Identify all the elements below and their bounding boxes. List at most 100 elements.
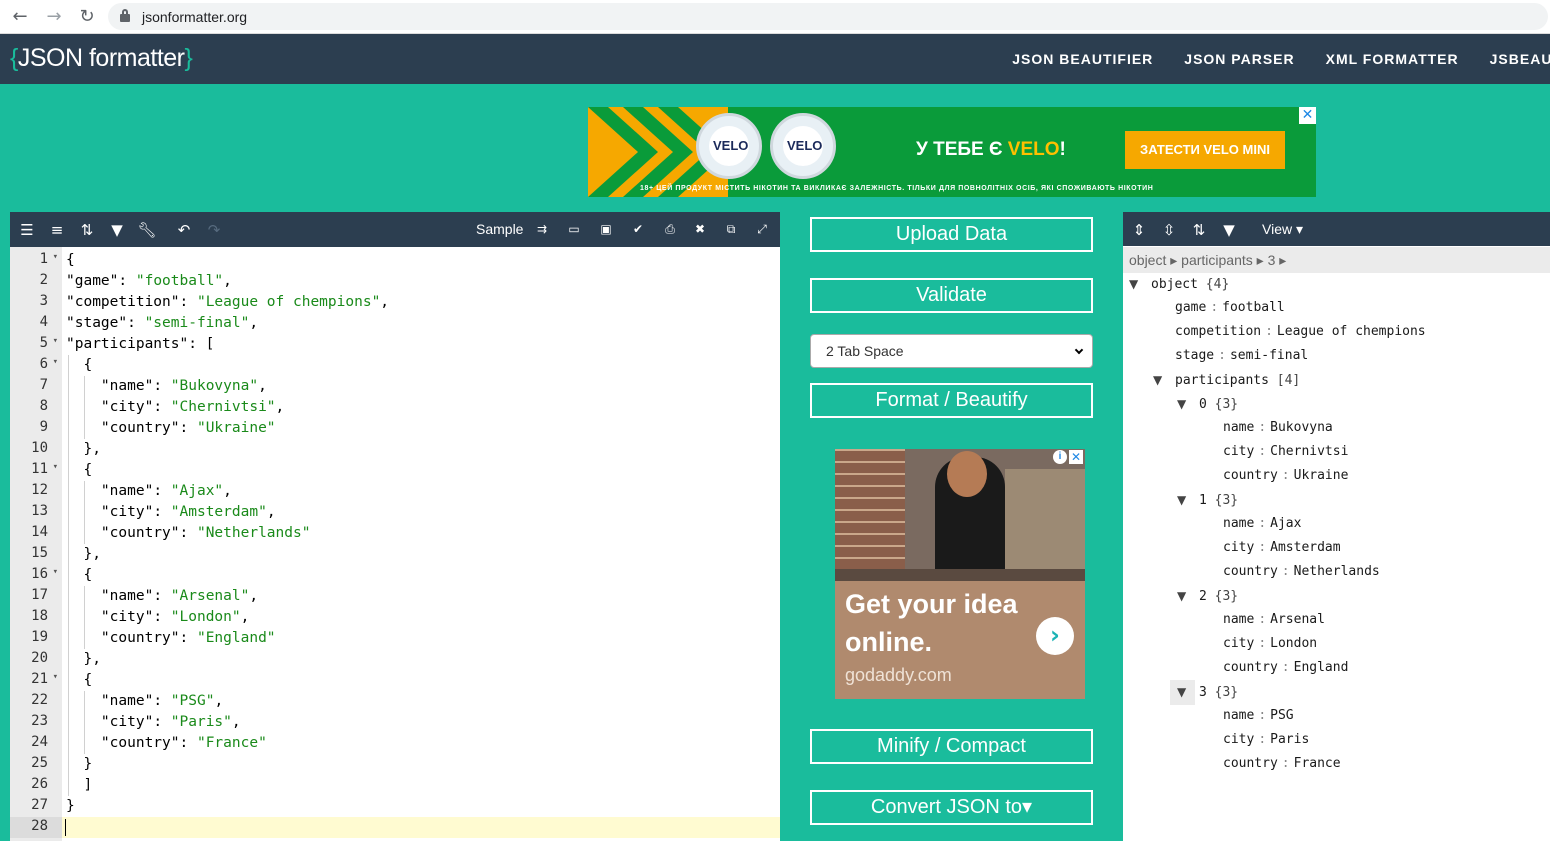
code-line[interactable]: "name": "Ajax", — [62, 481, 780, 502]
tree-node[interactable]: ▼ 2 {3} — [1177, 584, 1238, 608]
code-line[interactable]: "country": "Ukraine" — [62, 418, 780, 439]
tree-node[interactable]: ▼ object {4} — [1129, 272, 1229, 296]
tree-leaf[interactable]: city: Amsterdam — [1223, 536, 1341, 560]
collapse-all-icon[interactable]: ⇳ — [1159, 220, 1179, 240]
tree-leaf[interactable]: stage: semi-final — [1175, 344, 1308, 368]
tree-value[interactable]: Arsenal — [1270, 612, 1325, 627]
code-line[interactable]: "participants": [ — [62, 334, 780, 355]
code-line[interactable]: "city": "London", — [62, 607, 780, 628]
chevron-right-icon[interactable]: › — [1036, 617, 1074, 655]
indent-select[interactable]: 2 Tab Space — [810, 334, 1093, 368]
tree-value[interactable]: London — [1270, 636, 1317, 651]
code-line[interactable]: { — [62, 670, 780, 691]
tree-value[interactable]: Ajax — [1270, 516, 1301, 531]
code-line[interactable]: "game": "football", — [62, 271, 780, 292]
close-icon[interactable]: ✕ — [1069, 450, 1083, 464]
tree-value[interactable]: Amsterdam — [1270, 540, 1340, 555]
expand-toggle-icon[interactable]: ▼ — [1177, 392, 1199, 416]
code-line[interactable]: "competition": "League of chempions", — [62, 292, 780, 313]
copy-icon[interactable]: ⧉ — [721, 219, 741, 239]
code-line[interactable]: "stage": "semi-final", — [62, 313, 780, 334]
tree-value[interactable]: PSG — [1270, 708, 1293, 723]
tree-leaf[interactable]: competition: League of chempions — [1175, 320, 1426, 344]
tree-leaf[interactable]: country: Ukraine — [1223, 464, 1348, 488]
side-ad[interactable]: Get your idea online. godaddy.com › — [835, 449, 1085, 699]
tree-leaf[interactable]: city: Paris — [1223, 728, 1309, 752]
save-icon[interactable]: ▣ — [596, 219, 616, 239]
fold-toggle-icon[interactable]: ▾ — [53, 672, 58, 682]
filter-icon[interactable]: ▼ — [107, 220, 127, 240]
expand-toggle-icon[interactable]: ▼ — [1177, 584, 1199, 608]
tree-leaf[interactable]: game: football — [1175, 296, 1285, 320]
code-line[interactable] — [62, 817, 780, 838]
fold-toggle-icon[interactable]: ▾ — [53, 462, 58, 472]
tree-value[interactable]: Netherlands — [1294, 564, 1380, 579]
expand-toggle-icon[interactable]: ▼ — [1177, 488, 1199, 512]
fold-toggle-icon[interactable]: ▾ — [53, 567, 58, 577]
breadcrumb[interactable]: object ▸ participants ▸ 3 ▸ — [1123, 247, 1550, 273]
tree-leaf[interactable]: city: Chernivtsi — [1223, 440, 1348, 464]
code-line[interactable]: "city": "Paris", — [62, 712, 780, 733]
code-line[interactable]: } — [62, 754, 780, 775]
fullscreen-icon[interactable]: ⤢ — [752, 219, 772, 239]
upload-data-button[interactable]: Upload Data — [810, 217, 1093, 252]
tree-node[interactable]: ▼ 1 {3} — [1177, 488, 1238, 512]
banner-ad[interactable]: VELO VELO У ТЕБЕ Є VELO! ЗАТЕСТИ VELO MI… — [588, 107, 1316, 197]
fold-toggle-icon[interactable]: ▾ — [53, 252, 58, 262]
redo-icon[interactable]: ↷ — [204, 220, 224, 240]
check-icon[interactable]: ✔ — [628, 219, 648, 239]
tree-value[interactable]: semi-final — [1230, 348, 1308, 363]
print-icon[interactable]: ⎙ — [660, 219, 680, 239]
code-line[interactable]: "country": "England" — [62, 628, 780, 649]
tree-leaf[interactable]: country: France — [1223, 752, 1341, 776]
expand-toggle-icon[interactable]: ▼ — [1177, 680, 1199, 704]
arrow-right-icon[interactable]: → — [42, 5, 66, 29]
address-bar[interactable]: jsonformatter.org — [108, 3, 1548, 30]
code-area[interactable]: {"game": "football", "competition": "Leag… — [62, 247, 780, 841]
folder-open-icon[interactable]: ▭ — [564, 219, 584, 239]
tree-value[interactable]: England — [1294, 660, 1349, 675]
tree-leaf[interactable]: country: England — [1223, 656, 1348, 680]
tree-value[interactable]: Ukraine — [1294, 468, 1349, 483]
code-line[interactable]: ] — [62, 775, 780, 796]
code-line[interactable]: } — [62, 796, 780, 817]
code-line[interactable]: "country": "France" — [62, 733, 780, 754]
reload-icon[interactable]: ↻ — [75, 5, 99, 29]
view-dropdown[interactable]: View ▾ — [1262, 221, 1303, 238]
tree-leaf[interactable]: country: Netherlands — [1223, 560, 1380, 584]
code-line[interactable]: "name": "Arsenal", — [62, 586, 780, 607]
format-icon[interactable]: ≡ — [47, 220, 67, 240]
tree-node[interactable]: ▼ participants [4] — [1153, 368, 1300, 392]
code-line[interactable]: "name": "PSG", — [62, 691, 780, 712]
tree-value[interactable]: football — [1222, 300, 1285, 315]
validate-button[interactable]: Validate — [810, 278, 1093, 313]
minify-compact-button[interactable]: Minify / Compact — [810, 729, 1093, 764]
code-line[interactable]: "country": "Netherlands" — [62, 523, 780, 544]
site-logo[interactable]: {JSON formatter} — [10, 44, 193, 73]
code-line[interactable]: { — [62, 460, 780, 481]
tree-leaf[interactable]: name: Bukovyna — [1223, 416, 1333, 440]
code-line[interactable]: "city": "Amsterdam", — [62, 502, 780, 523]
tree-node[interactable]: ▼ 3 {3} — [1177, 680, 1238, 704]
sample-button[interactable]: Sample — [476, 221, 523, 237]
tree-value[interactable]: France — [1294, 756, 1341, 771]
tree-value[interactable]: League of chempions — [1277, 324, 1426, 339]
tree-value[interactable]: Paris — [1270, 732, 1309, 747]
tree-node[interactable]: ▼ 0 {3} — [1177, 392, 1238, 416]
tree-value[interactable]: Bukovyna — [1270, 420, 1333, 435]
undo-icon[interactable]: ↶ — [174, 220, 194, 240]
code-line[interactable]: { — [62, 250, 780, 271]
sort-icon[interactable]: ⇅ — [77, 220, 97, 240]
wrench-icon[interactable]: 🔧︎ — [137, 220, 157, 240]
tree-value[interactable]: Chernivtsi — [1270, 444, 1348, 459]
close-icon[interactable]: ✕ — [1299, 107, 1316, 124]
arrow-left-icon[interactable]: ← — [8, 5, 32, 29]
fold-toggle-icon[interactable]: ▾ — [53, 336, 58, 346]
nav-jsbeautifier[interactable]: JSBEAUT — [1490, 51, 1550, 67]
code-editor[interactable]: ☰ ≡ ⇅ ▼ 🔧︎ ↶ ↷ Sample ⇉ ▭ ▣ ✔ ⎙ ✖ ⧉ ⤢ 1 ▾… — [10, 212, 780, 841]
nav-json-beautifier[interactable]: JSON BEAUTIFIER — [1012, 51, 1153, 67]
tree-leaf[interactable]: city: London — [1223, 632, 1317, 656]
filter-icon[interactable]: ▼ — [1219, 220, 1239, 240]
clear-icon[interactable]: ✖ — [690, 219, 710, 239]
expand-toggle-icon[interactable]: ▼ — [1153, 368, 1175, 392]
